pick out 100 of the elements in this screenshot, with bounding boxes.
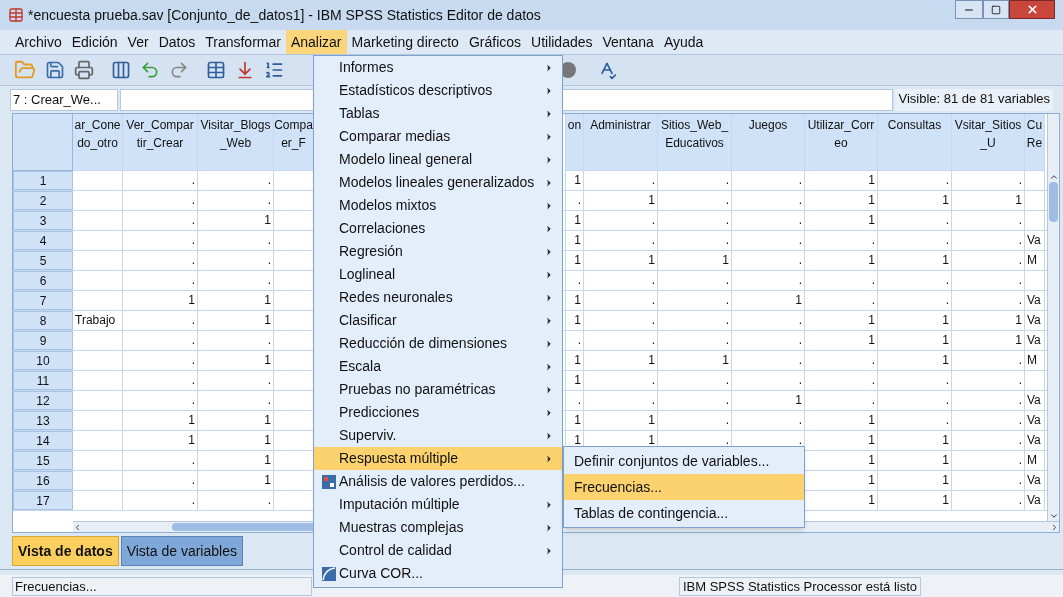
table-cell: . [658,331,732,350]
table-cell: . [805,351,878,370]
table-cell: . [123,391,198,410]
table-cell: . [658,211,732,230]
table-cell: 1 [584,351,658,370]
table-cell: . [198,371,274,390]
table-cell: . [732,231,805,250]
table-cell: 1 [805,411,878,430]
table-cell: . [123,371,198,390]
table-cell: . [198,391,274,410]
table-cell: Va [1025,471,1045,490]
table-cell: . [952,371,1025,390]
table-cell: 1 [805,171,878,190]
table-cell: . [878,211,952,230]
table-cell: . [584,391,658,410]
table-cell: . [952,231,1025,250]
table-cell: Va [1025,231,1045,250]
table-cell: Va [1025,431,1045,450]
table-cell: . [658,231,732,250]
table-cell: 1 [878,431,952,450]
table-cell: . [952,391,1025,410]
table-cell: . [123,171,198,190]
table-cell: . [952,351,1025,370]
table-cell: . [878,391,952,410]
table-cell: 1 [952,331,1025,350]
table-cell: 1 [878,191,952,210]
table-cell: 1 [584,251,658,270]
table-cell: Va [1025,391,1045,410]
table-cell: 1 [566,351,584,370]
table-cell: Va [1025,491,1045,510]
table-cell: Va [1025,291,1045,310]
table-cell: 1 [566,171,584,190]
table-cell: . [584,311,658,330]
table-cell: . [658,271,732,290]
table-cell: . [732,211,805,230]
table-cell: 1 [878,311,952,330]
table-cell: 1 [566,211,584,230]
table-cell: 1 [198,291,274,310]
table-cell: . [952,291,1025,310]
table-cell: 1 [658,251,732,270]
table-cell: . [878,171,952,190]
table-cell: . [732,271,805,290]
table-cell: . [658,371,732,390]
table-cell: 1 [805,211,878,230]
table-cell: 1 [566,411,584,430]
table-cell: 1 [123,411,198,430]
table-cell: . [123,351,198,370]
table-cell: . [952,471,1025,490]
table-cell: . [584,271,658,290]
table-cell: 1 [566,371,584,390]
table-cell: . [566,331,584,350]
table-cell: 1 [878,351,952,370]
table-cell: . [732,171,805,190]
window-title: *encuesta prueba.sav [Conjunto_de_datos1] - IBM SPSS Statistics Editor de datos [28,5,541,25]
table-cell: . [658,311,732,330]
table-cell: . [952,271,1025,290]
table-cell: . [123,311,198,330]
table-cell: 1 [198,351,274,370]
table-cell: 1 [566,291,584,310]
table-cell: 1 [878,451,952,470]
table-cell: . [952,211,1025,230]
table-cell: . [566,271,584,290]
table-cell: . [123,211,198,230]
table-cell: . [123,251,198,270]
table-cell: . [198,331,274,350]
table-cell: . [952,451,1025,470]
table-cell: . [952,171,1025,190]
table-cell: M [1025,451,1045,470]
table-cell: Trabajo [73,311,123,330]
table-cell: . [198,231,274,250]
table-cell: . [123,271,198,290]
table-cell: . [805,371,878,390]
table-cell: Va [1025,331,1045,350]
table-cell: . [805,391,878,410]
table-cell: 1 [732,391,805,410]
table-cell: 1 [878,471,952,490]
table-cell: . [952,491,1025,510]
table-cell: . [732,311,805,330]
table-cell: . [198,171,274,190]
table-cell: . [123,491,198,510]
table-cell: 1 [878,491,952,510]
table-cell: . [658,171,732,190]
table-cell: . [198,191,274,210]
table-cell: . [198,271,274,290]
table-cell: 1 [805,191,878,210]
table-cell: 1 [584,411,658,430]
table-cell: . [952,431,1025,450]
cell-reference: 7 : Crear_We... [10,89,118,111]
table-cell: . [732,371,805,390]
table-cell: M [1025,351,1045,370]
table-cell: . [198,251,274,270]
table-cell: 1 [658,351,732,370]
table-cell: 1 [732,291,805,310]
table-cell: 1 [566,311,584,330]
table-cell: 1 [952,311,1025,330]
table-cell: . [584,291,658,310]
table-cell: 1 [805,311,878,330]
processor-status: IBM SPSS Statistics Processor está listo [678,576,921,596]
table-cell: 1 [805,331,878,350]
table-cell: . [584,371,658,390]
